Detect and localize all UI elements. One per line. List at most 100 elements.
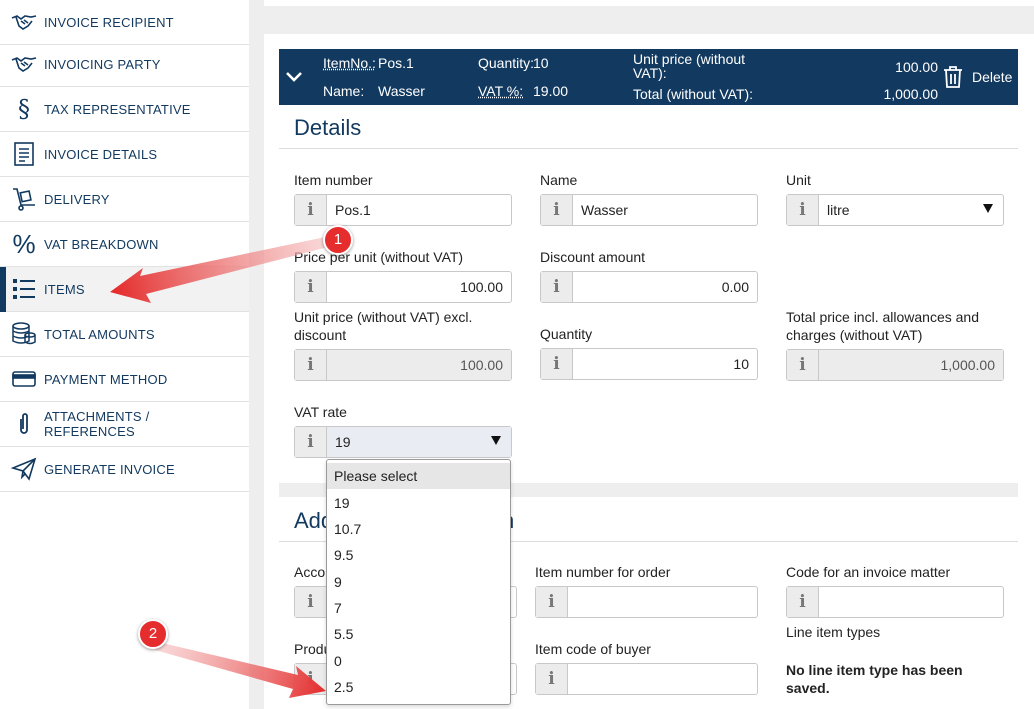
sidebar-item-attachments[interactable]: ATTACHMENTS / REFERENCES — [0, 402, 249, 447]
sidebar-item-label: TOTAL AMOUNTS — [44, 326, 155, 342]
vat-option[interactable]: 7 — [327, 595, 510, 621]
item-number-field[interactable]: i Pos.1 — [294, 194, 512, 226]
percent-icon: % — [12, 228, 36, 259]
delete-button[interactable]: Delete — [943, 65, 1012, 89]
quantity-label: Quantity: — [478, 55, 535, 71]
info-icon[interactable]: i — [295, 272, 327, 302]
vat-rate-value: 19 — [327, 427, 511, 457]
handshake-icon — [10, 8, 38, 36]
code-invoice-matter-label: Code for an invoice matter — [786, 564, 951, 580]
document-icon — [10, 140, 38, 168]
top-panel — [264, 0, 1034, 6]
sidebar-item-label: GENERATE INVOICE — [44, 461, 175, 477]
sidebar-item-label: PAYMENT METHOD — [44, 371, 168, 387]
unit-label: Unit — [786, 172, 811, 188]
sidebar-item-label: VAT BREAKDOWN — [44, 236, 159, 252]
info-icon[interactable]: i — [295, 427, 327, 457]
vat-option[interactable]: 10.7 — [327, 516, 510, 542]
info-icon[interactable]: i — [295, 664, 327, 694]
price-per-unit-field[interactable]: i 100.00 — [294, 271, 512, 303]
sidebar-item-total-amounts[interactable]: TOTAL AMOUNTS — [0, 312, 249, 357]
sidebar-item-generate-invoice[interactable]: GENERATE INVOICE — [0, 447, 249, 492]
discount-amount-label: Discount amount — [540, 249, 646, 265]
item-summary-bar: ItemNo.: Pos.1 Name: Wasser Quantity: 10… — [279, 49, 1018, 105]
total-price-value: 1,000.00 — [819, 350, 1003, 380]
code-invoice-matter-field[interactable]: i — [786, 586, 1004, 618]
info-icon[interactable]: i — [541, 349, 573, 379]
sidebar-item-invoice-details[interactable]: INVOICE DETAILS — [0, 132, 249, 177]
info-icon[interactable]: i — [787, 587, 819, 617]
sidebar-item-items[interactable]: ITEMS — [0, 267, 249, 312]
unit-price-label: Unit price (without VAT): — [633, 51, 746, 81]
paper-plane-icon — [10, 455, 38, 483]
info-icon[interactable]: i — [536, 664, 568, 694]
discount-amount-field[interactable]: i 0.00 — [540, 271, 758, 303]
total-price-label: Total price incl. allowances and charges… — [786, 309, 979, 343]
info-icon[interactable]: i — [787, 195, 819, 225]
vat-option[interactable]: 5.5 — [327, 621, 510, 647]
quantity-field[interactable]: i 10 — [540, 348, 758, 380]
item-code-buyer-field[interactable]: i — [535, 663, 758, 695]
item-number-for-order-field[interactable]: i — [535, 586, 758, 618]
vat-option[interactable]: 2.5 — [327, 674, 510, 700]
info-icon[interactable]: i — [541, 272, 573, 302]
info-icon[interactable]: i — [295, 195, 327, 225]
total-price-field: i 1,000.00 — [786, 349, 1004, 381]
sidebar-item-label: INVOICE RECIPIENT — [44, 14, 174, 30]
itemno-value: Pos.1 — [378, 55, 414, 71]
vat-rate-label: VAT rate — [294, 404, 347, 420]
sidebar-item-label: INVOICING PARTY — [44, 56, 161, 72]
vat-rate-dropdown[interactable]: Please select 19 10.7 9.5 9 7 5.5 0 2.5 — [326, 459, 511, 705]
item-number-label: Item number — [294, 172, 373, 188]
name-field[interactable]: i Wasser — [540, 194, 758, 226]
name-label: Name: — [323, 83, 365, 99]
sidebar-item-invoicing-party[interactable]: INVOICING PARTY — [0, 42, 249, 87]
info-icon[interactable]: i — [787, 350, 819, 380]
sidebar-item-label: INVOICE DETAILS — [44, 146, 158, 162]
paperclip-icon — [10, 410, 38, 438]
trash-icon — [944, 66, 962, 88]
sidebar-item-vat-breakdown[interactable]: % VAT BREAKDOWN — [0, 222, 249, 267]
unit-price-excl-discount-field: i 100.00 — [294, 349, 512, 381]
unit-price-value: 100.00 — [895, 59, 938, 75]
chevron-down-icon[interactable] — [283, 65, 305, 87]
details-title: Details — [294, 115, 362, 140]
delete-label: Delete — [972, 69, 1013, 85]
vat-rate-select[interactable]: i 19 — [294, 426, 512, 458]
line-item-types-empty: No line item type has been saved. — [786, 662, 963, 696]
total-value: 1,000.00 — [883, 86, 939, 102]
unit-value: litre — [827, 202, 850, 218]
sidebar-item-payment-method[interactable]: PAYMENT METHOD — [0, 357, 249, 402]
unit-select[interactable]: i litre — [786, 194, 1004, 226]
item-number-for-order-value — [568, 587, 757, 617]
vat-option[interactable]: 9 — [327, 569, 510, 595]
info-icon[interactable]: i — [295, 587, 327, 617]
sidebar-item-invoice-recipient[interactable]: INVOICE RECIPIENT — [0, 0, 249, 45]
itemno-label: ItemNo.: — [323, 55, 376, 71]
hand-truck-icon — [10, 185, 38, 213]
section-divider — [279, 148, 1018, 149]
sidebar-item-delivery[interactable]: DELIVERY — [0, 177, 249, 222]
vat-option[interactable]: 19 — [327, 490, 510, 516]
vat-value: 19.00 — [533, 83, 569, 99]
name-value: Wasser — [378, 83, 425, 99]
info-icon[interactable]: i — [541, 195, 573, 225]
info-icon[interactable]: i — [536, 587, 568, 617]
vat-option[interactable]: 9.5 — [327, 542, 510, 568]
unit-price-excl-discount-label: Unit price (without VAT) excl. discount — [294, 309, 473, 343]
sidebar-item-label: TAX REPRESENTATIVE — [44, 101, 191, 117]
account-label: Acco — [294, 564, 326, 580]
vat-option[interactable]: Please select — [327, 463, 510, 489]
item-number-value: Pos.1 — [335, 202, 371, 218]
annotation-badge-1: 1 — [323, 225, 353, 255]
caret-down-icon — [983, 204, 993, 213]
info-icon[interactable]: i — [295, 350, 327, 380]
sidebar: INVOICE RECIPIENT INVOICING PARTY § TAX … — [0, 0, 249, 709]
quantity-value: 10 — [533, 55, 549, 71]
annotation-badge-2: 2 — [138, 619, 168, 649]
line-item-types-label: Line item types — [786, 624, 881, 640]
sidebar-item-label: DELIVERY — [44, 191, 110, 207]
sidebar-item-tax-representative[interactable]: § TAX REPRESENTATIVE — [0, 87, 249, 132]
vat-option[interactable]: 0 — [327, 648, 510, 674]
quantity-field-value: 10 — [733, 356, 749, 372]
